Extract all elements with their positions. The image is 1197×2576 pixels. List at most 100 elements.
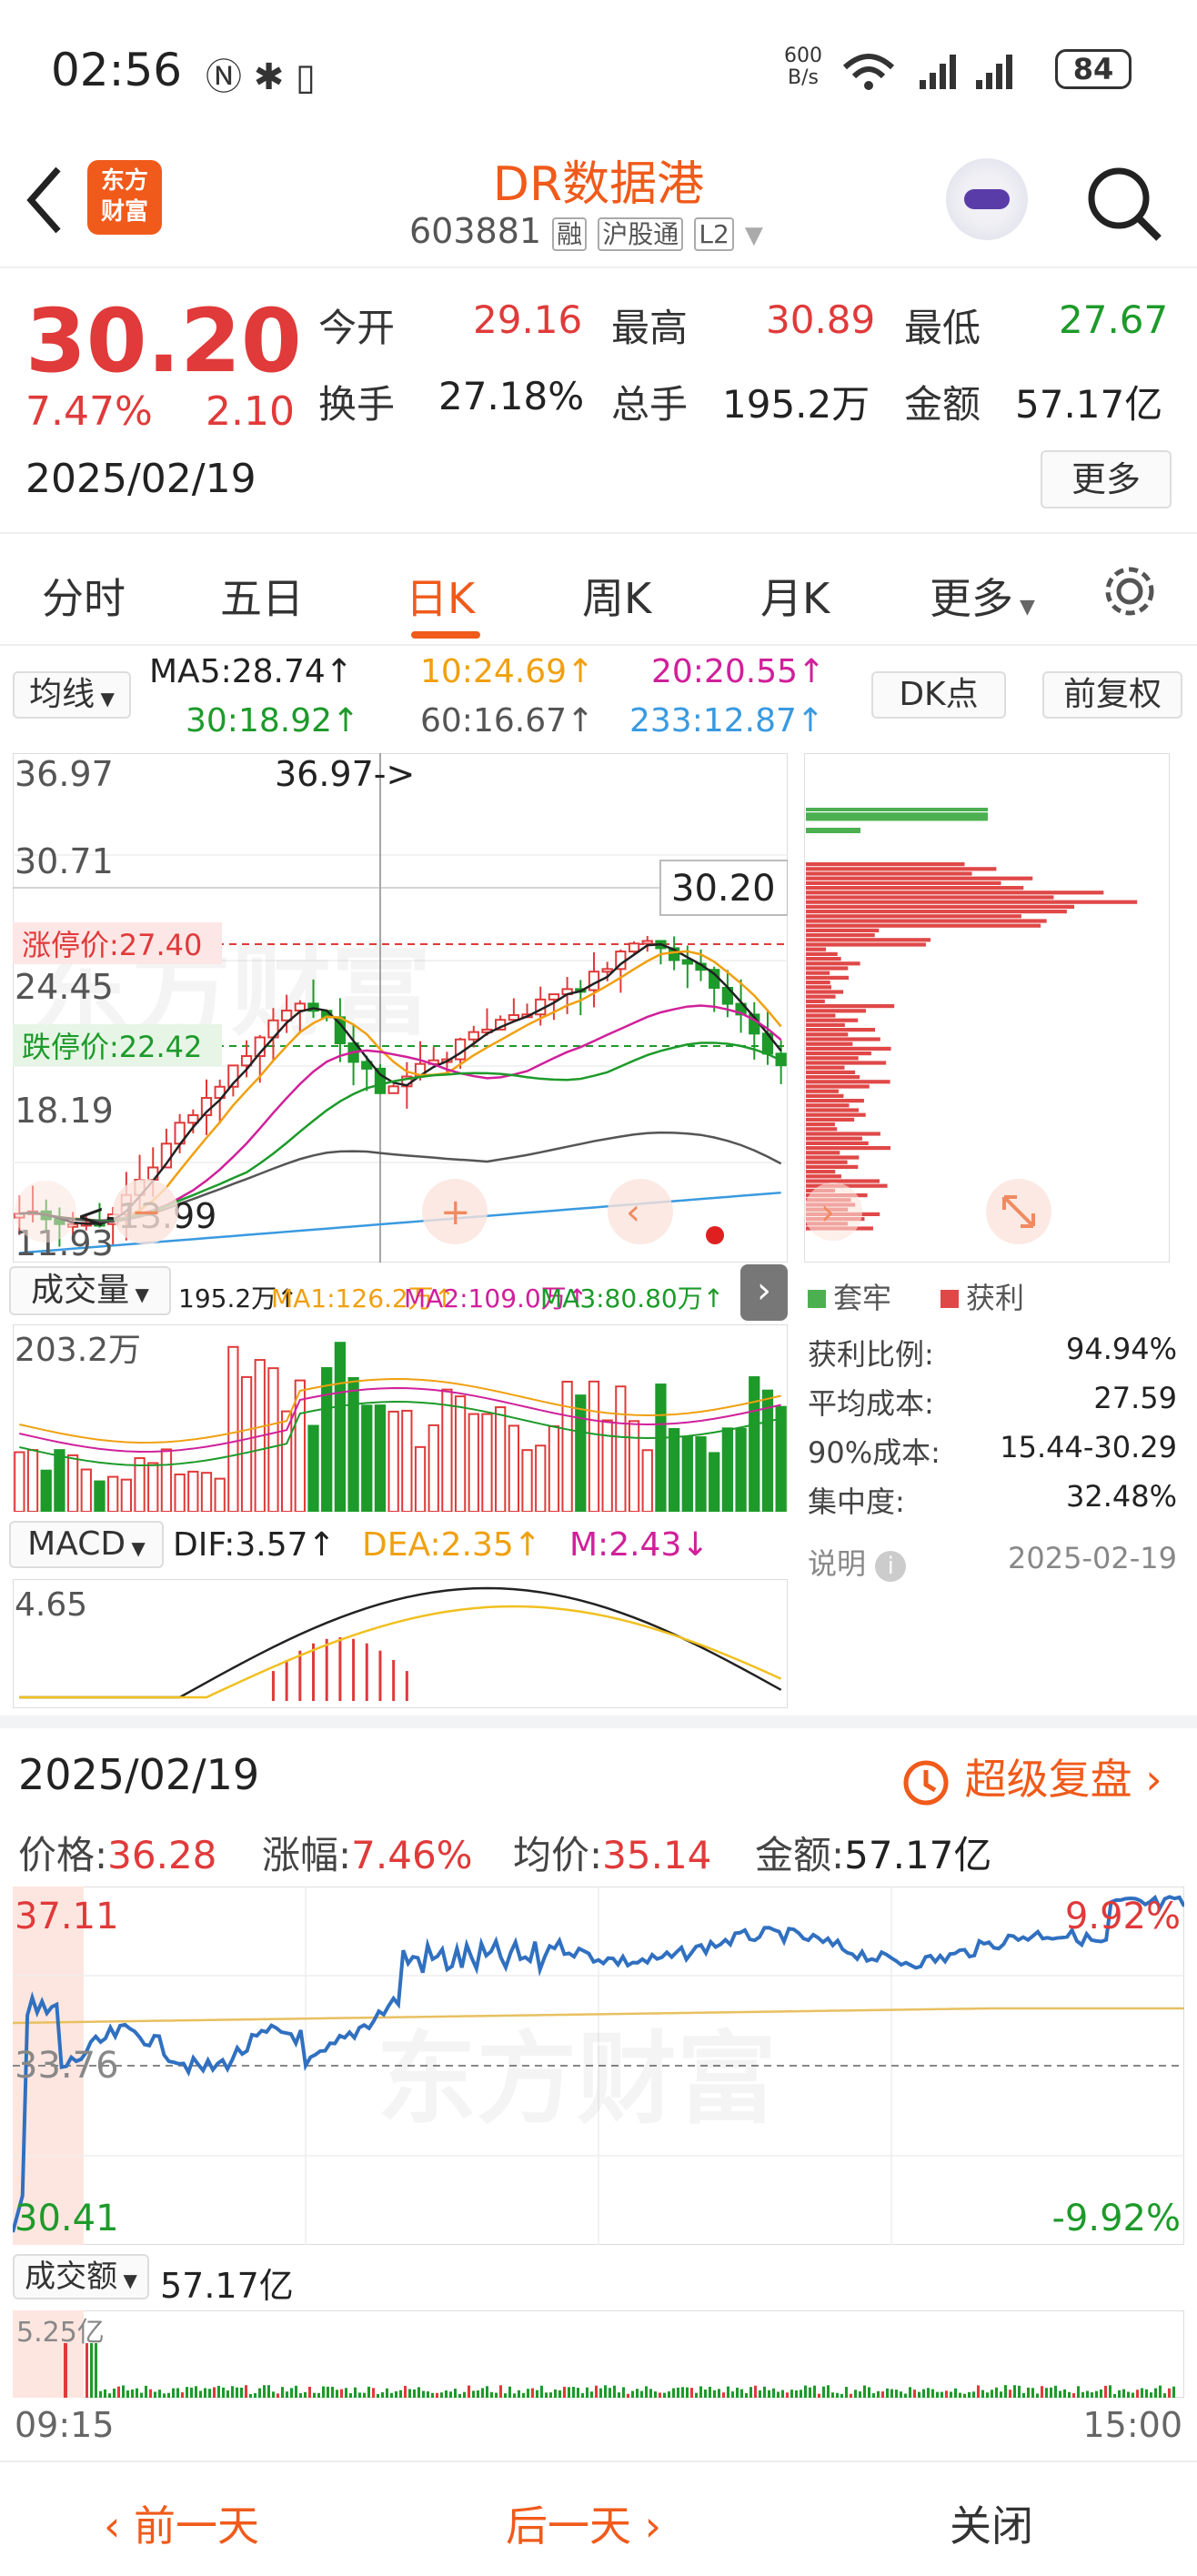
kline-chart[interactable]: 东方财富 36.97 30.71 24.45 18.19 11.93 涨停价:2… <box>13 753 788 1263</box>
amount-bar <box>890 2389 893 2398</box>
amount-bar <box>813 2385 816 2398</box>
expand-panel-button[interactable]: › <box>740 1264 788 1321</box>
next-day-button[interactable]: 后一天 › <box>506 2493 661 2553</box>
tab-daily-k[interactable]: 日K <box>406 566 475 626</box>
prev-day-button[interactable]: ‹ 前一天 <box>104 2493 259 2553</box>
amount-bar <box>540 2385 543 2398</box>
tab-timeshare[interactable]: 分时 <box>42 566 126 626</box>
scroll-left-button[interactable] <box>608 1179 673 1244</box>
volume-bar-header: 成交量 ▼ 195.2万↑ MA1:126.2万↑ MA2:109.0万↑ MA… <box>0 1264 800 1321</box>
amount-bar <box>327 2386 329 2398</box>
amount-bar <box>1054 2385 1057 2398</box>
chip-bar-profit <box>806 1136 862 1141</box>
indicator-selector[interactable]: 均线 ▼ <box>13 671 131 719</box>
amount-bar <box>640 2390 643 2398</box>
signal-dot <box>706 1226 724 1244</box>
robot-avatar-icon[interactable] <box>946 158 1028 240</box>
status-bar: 02:56 Ⓝ ✱ ▯ 600 B/s 84 <box>0 0 1197 146</box>
volume-bar <box>120 1478 133 1512</box>
volume-bar <box>66 1454 79 1512</box>
open-label: 今开 <box>318 306 396 350</box>
amount-bar <box>545 2392 548 2398</box>
change-pct: 7.47% <box>25 388 153 435</box>
amount-bar <box>645 2386 648 2398</box>
amount-bar <box>536 2390 538 2398</box>
amount-bar <box>249 2393 252 2398</box>
volume-bar <box>280 1410 293 1512</box>
amount-bar <box>518 2390 520 2398</box>
net-speed: 600 B/s <box>784 45 822 89</box>
amount-bar <box>258 2388 261 2398</box>
amount-bar <box>868 2387 870 2398</box>
amount-bar <box>581 2393 584 2398</box>
amount-bar <box>281 2387 284 2398</box>
volume-bar <box>428 1424 439 1512</box>
amount-bar <box>1086 2390 1089 2398</box>
amount-bar <box>445 2390 448 2398</box>
section-divider <box>0 1716 1197 1728</box>
macd-dif: DIF:3.57↑ <box>173 1526 336 1564</box>
volume-selector[interactable]: 成交量 ▼ <box>9 1266 171 1315</box>
amount-selector[interactable]: 成交额 ▼ <box>13 2254 149 2299</box>
volume-bar <box>575 1394 587 1512</box>
active-tab-indicator <box>411 631 480 639</box>
super-review-link[interactable]: 超级复盘 › <box>900 1746 1162 1808</box>
candle-body <box>601 968 613 973</box>
amount-bar <box>1018 2385 1021 2398</box>
amount-bar <box>609 2388 611 2398</box>
amount-bar <box>1041 2386 1043 2398</box>
amount-bar <box>431 2392 434 2398</box>
ma30-value: 30:18.92↑ <box>186 702 360 740</box>
chip-bar-profit <box>806 1052 871 1056</box>
amount-bar <box>322 2386 325 2398</box>
settings-gear-icon[interactable] <box>1101 562 1159 620</box>
chip-bar-profit <box>806 1103 850 1108</box>
tab-monthly-k[interactable]: 月K <box>760 566 830 626</box>
amount-bar <box>809 2387 811 2398</box>
scroll-start-button[interactable] <box>15 1181 76 1243</box>
amount-bar <box>317 2392 320 2398</box>
chip-bar-profit <box>806 1146 891 1151</box>
chip-bar-profit <box>806 1075 860 1080</box>
tab-more[interactable]: 更多 ▼ <box>930 566 1035 626</box>
tab-five-day[interactable]: 五日 <box>220 566 304 626</box>
amount-bar <box>663 2392 666 2398</box>
chip-bar-profit <box>806 1080 890 1084</box>
amount-bar <box>395 2390 397 2398</box>
volume-bar <box>668 1427 680 1512</box>
more-button[interactable]: 更多 <box>1041 450 1172 508</box>
amount-bar <box>231 2386 234 2398</box>
tab-weekly-k[interactable]: 周K <box>582 566 651 626</box>
amount-bar <box>977 2385 980 2398</box>
candle-body <box>641 940 653 945</box>
amount-bar <box>709 2387 711 2398</box>
amount-bar <box>95 2343 97 2398</box>
intraday-avg: 均价:35.14 <box>513 1833 712 1877</box>
amount-bar <box>981 2390 984 2398</box>
macd-selector[interactable]: MACD ▼ <box>9 1521 164 1568</box>
chip-bar-profit <box>806 1127 838 1132</box>
amount-bar <box>668 2391 670 2398</box>
volume-bar <box>548 1425 560 1512</box>
chip-note[interactable]: 说明 i <box>808 1541 907 1583</box>
close-button[interactable]: 关闭 <box>950 2493 1033 2553</box>
candle-body <box>681 959 693 965</box>
high-label: 最高 <box>611 306 689 350</box>
volume-bar <box>495 1406 507 1512</box>
adjust-button[interactable]: 前复权 <box>1042 671 1182 719</box>
turnover-label: 换手 <box>318 382 396 427</box>
candle-body <box>387 1085 399 1094</box>
chip-bar-profit <box>806 923 1041 928</box>
intraday-header: 2025/02/19 超级复盘 › 价格:36.28 涨幅:7.46% 均价:3… <box>0 1728 1197 1883</box>
intraday-y-mid: 33.76 <box>15 2045 119 2087</box>
dk-point-button[interactable]: DK点 <box>871 671 1006 719</box>
amount-bar <box>627 2393 629 2398</box>
amount-bar <box>204 2388 206 2398</box>
amount-bar <box>140 2392 143 2398</box>
amount-bar <box>1132 2392 1134 2398</box>
search-icon[interactable] <box>1082 162 1164 244</box>
footer-nav: ‹ 前一天 后一天 › 关闭 <box>0 2460 1197 2576</box>
cost-90-label: 90%成本: <box>808 1435 940 1470</box>
amount-bar <box>1145 2389 1148 2398</box>
macd-bar-header: MACD ▼ DIF:3.57↑ DEA:2.35↑ M:2.43↓ <box>0 1519 800 1574</box>
